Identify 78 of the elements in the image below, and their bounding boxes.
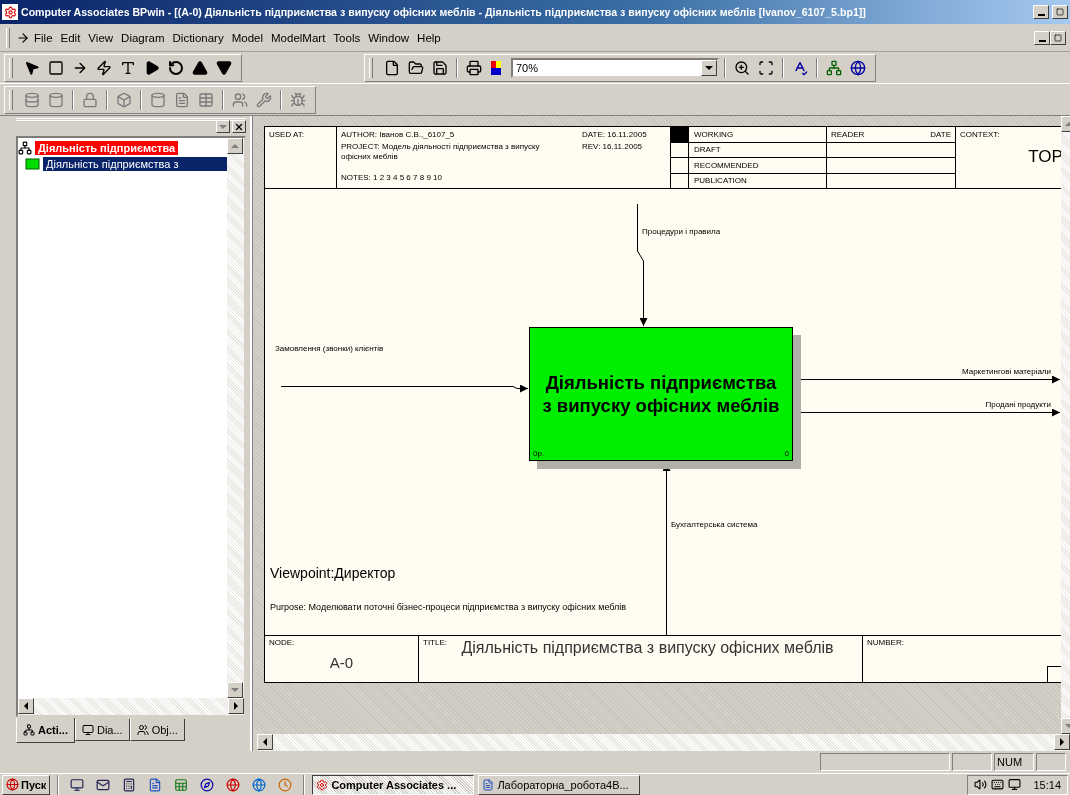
taskbar-button[interactable]: Лабораторна_робота4В... (478, 774, 641, 795)
hierarchy-icon (23, 724, 35, 736)
menu-item[interactable]: View (84, 29, 118, 46)
box-number: 0 (784, 449, 789, 458)
restore-icon (1054, 33, 1062, 42)
project-text: PROJECT: Модель діяльності підприємства з випуску офісних меблів (341, 142, 541, 163)
context-value: TOP (1028, 147, 1061, 167)
reader-label: READER (831, 129, 865, 139)
close-icon (234, 121, 244, 132)
arrow-label: Бухгалтерська система (671, 520, 758, 530)
speaker-icon (974, 778, 988, 791)
num-indicator: NUM (994, 753, 1034, 771)
keyboard-icon (991, 778, 1005, 791)
arrow-label: Процедури і правила (642, 227, 721, 237)
menu-item[interactable]: Tools (329, 29, 365, 46)
menu-item[interactable]: Diagram (117, 29, 169, 46)
minimize-button[interactable] (1034, 30, 1050, 45)
author-text: AUTHOR: Іванов С.В.,_6107_5 (341, 130, 456, 141)
minimize-icon (1038, 39, 1046, 42)
revision-text: REV: 16.11.2005 (582, 142, 644, 153)
tree-item[interactable]: Діяльність підприємства з (43, 157, 227, 171)
arrow-label: Маркетингові матеріали (961, 367, 1051, 377)
panel-tab[interactable]: Dia... (74, 719, 130, 741)
close-button[interactable] (232, 120, 246, 133)
users-icon (136, 723, 149, 736)
status-pane (952, 753, 992, 771)
dropdown-button[interactable] (216, 120, 230, 133)
used-at-label: USED AT: (269, 130, 305, 139)
scrollbar[interactable] (257, 734, 1070, 751)
status-label: WORKING (694, 129, 734, 139)
scrollbar[interactable] (18, 698, 244, 715)
cost-text: 0р. (533, 449, 545, 458)
purpose-text: Purpose: Моделювати поточні бізнес-процеси підприємства з випуску офісних меблів (270, 602, 627, 612)
panel-tab[interactable]: Acti... (16, 718, 75, 743)
panel-tab[interactable]: Obj... (129, 719, 185, 741)
number-label: NUMBER: (867, 638, 905, 647)
status-pane (1036, 753, 1066, 771)
restore-icon (1056, 8, 1064, 16)
scrollbar[interactable] (1061, 116, 1070, 734)
notes-text: NOTES: 1 2 3 4 5 6 7 8 9 10 (341, 173, 443, 182)
menu-item[interactable]: Edit (56, 29, 85, 46)
restore-button[interactable] (1052, 5, 1068, 19)
window-title: Computer Associates BPwin - [(A-0) Діяльність підприємства з випуску офісних меблів - Діяльність підприємства з випуску офісних меблів [Ivanov_6107_5.bp1]] (21, 6, 867, 18)
arrow-label: Продані продукти (985, 400, 1051, 410)
menu-item[interactable]: Window (364, 29, 414, 46)
taskbar-button[interactable]: Computer Associates ... (312, 774, 475, 795)
date-text: DATE: 16.11.2005 (582, 130, 648, 141)
node-value: A-0 (328, 653, 355, 672)
status-label: DRAFT (694, 145, 721, 155)
arrow-label: Замовлення (звонки) клієнтів (275, 344, 384, 354)
minimize-icon (1037, 14, 1045, 16)
menu-item[interactable]: Help (413, 29, 445, 46)
scrollbar[interactable] (227, 138, 244, 698)
status-label: RECOMMENDED (694, 160, 759, 170)
context-label: CONTEXT: (960, 130, 1001, 139)
activity-node-icon (24, 158, 40, 170)
menu-item[interactable]: Model (227, 29, 267, 46)
menu-item[interactable]: Dictionary (168, 29, 228, 46)
activity-name: Діяльність підприємства з випуску офісних меблів (542, 371, 780, 417)
title-label: TITLE: (423, 638, 447, 647)
globe-icon (6, 778, 19, 791)
reader-date-label: DATE (930, 129, 951, 139)
gear-icon (316, 778, 329, 791)
monitor-icon (81, 723, 94, 736)
restore-button[interactable] (1050, 30, 1066, 45)
diagram-title: Діяльність підприємства з випуску офісних меблів (460, 638, 835, 657)
diagram-node-icon (18, 141, 32, 155)
menu-item[interactable]: ModelMart (267, 29, 330, 46)
zoom-dropdown[interactable]: 70% (511, 57, 719, 78)
minimize-button[interactable] (1033, 5, 1049, 19)
clock-text: 15:14 (1033, 778, 1061, 791)
viewpoint-text: Viewpoint:Директор (270, 565, 396, 581)
status-label: PUBLICATION (694, 176, 747, 186)
tree-item[interactable]: Діяльність підприємства (35, 141, 179, 155)
node-label: NODE: (269, 638, 296, 647)
start-button[interactable]: Пуск (2, 774, 51, 795)
menu-item[interactable]: File (30, 29, 57, 46)
app-icon (2, 4, 18, 20)
